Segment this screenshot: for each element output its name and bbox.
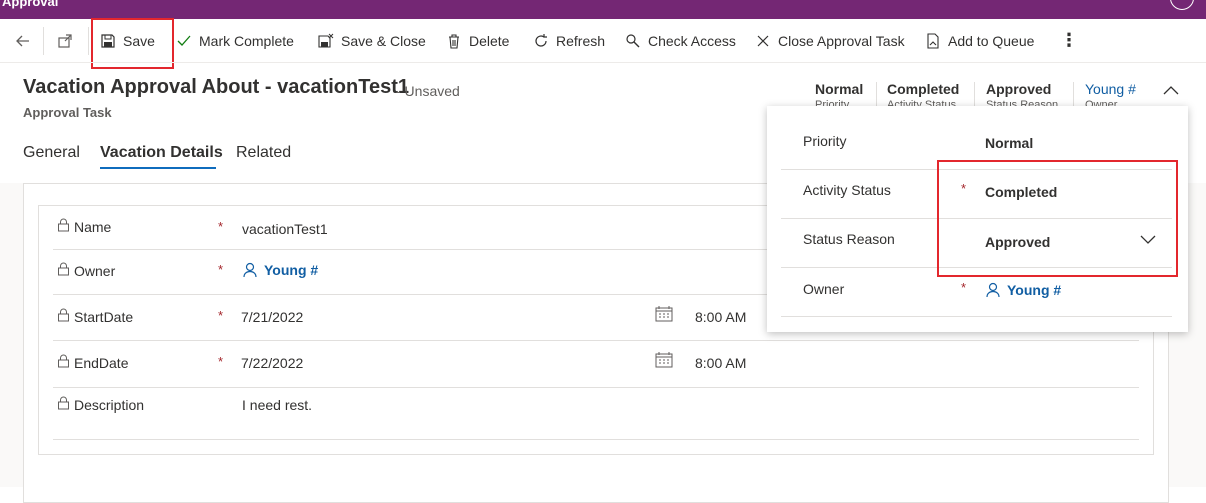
app-header-bar: Approval — [0, 0, 1206, 19]
record-title: Vacation Approval About - vacationTest1 — [23, 76, 409, 98]
header-owner-value: Young # — [1085, 81, 1136, 97]
open-in-new-window-icon — [56, 32, 74, 50]
description-value[interactable]: I need rest. — [242, 397, 312, 413]
lock-icon — [57, 308, 70, 325]
header-status-reason-value: Approved — [986, 81, 1052, 97]
required-indicator: * — [218, 262, 224, 277]
flyout-owner-value: Young # — [1007, 282, 1062, 298]
check-access-icon — [624, 32, 642, 50]
divider — [876, 82, 877, 108]
header-field-priority[interactable]: Normal Priority — [815, 81, 863, 107]
header-priority-value: Normal — [815, 81, 864, 97]
tab-general[interactable]: General — [23, 144, 80, 162]
tab-vacation-details[interactable]: Vacation Details — [100, 144, 223, 162]
refresh-label: Refresh — [556, 32, 606, 49]
user-avatar[interactable] — [1170, 0, 1194, 10]
owner-value: Young # — [264, 262, 319, 278]
field-row-enddate: EndDate * 7/22/2022 8:00 AM — [53, 341, 1139, 388]
close-approval-task-label: Close Approval Task — [778, 32, 905, 49]
flyout-activity-status-label: Activity Status — [803, 182, 891, 198]
check-access-button[interactable]: Check Access — [624, 19, 736, 62]
flyout-status-reason-label: Status Reason — [803, 231, 895, 247]
mark-complete-label: Mark Complete — [199, 32, 294, 49]
enddate-date-value[interactable]: 7/22/2022 — [241, 355, 303, 371]
required-indicator: * — [961, 280, 967, 295]
add-to-queue-button[interactable]: Add to Queue — [924, 19, 1034, 62]
divider — [88, 27, 89, 55]
divider — [0, 62, 1206, 63]
flyout-owner-label: Owner — [803, 281, 845, 297]
trash-icon — [445, 32, 463, 50]
person-icon — [242, 262, 258, 278]
header-activity-status-value: Completed — [887, 81, 960, 97]
enddate-time-value[interactable]: 8:00 AM — [695, 355, 746, 371]
more-commands-button[interactable]: ⋮ — [1060, 19, 1078, 62]
enddate-label-text: EndDate — [74, 354, 129, 371]
delete-label: Delete — [469, 32, 510, 49]
lock-icon — [57, 396, 70, 413]
flyout-priority-value[interactable]: Normal — [985, 135, 1033, 151]
header-field-status-reason[interactable]: Approved Status Reason — [986, 81, 1058, 107]
more-vertical-icon: ⋮ — [1060, 30, 1078, 50]
owner-label-text: Owner — [74, 262, 116, 279]
entity-name: Approval Task — [23, 105, 112, 120]
field-label-startdate: StartDate — [57, 308, 133, 325]
command-bar: Save Mark Complete Save & Close Delete R… — [0, 19, 1206, 62]
lock-icon — [57, 218, 70, 235]
person-icon — [985, 282, 1001, 298]
lock-icon — [57, 354, 70, 371]
divider — [974, 82, 975, 108]
field-row-description: Description I need rest. — [53, 388, 1139, 440]
save-close-icon — [317, 32, 335, 50]
chevron-up-icon — [1163, 86, 1179, 95]
startdate-time-value[interactable]: 8:00 AM — [695, 309, 746, 325]
divider — [43, 27, 44, 55]
active-tab-indicator — [100, 167, 216, 169]
refresh-icon — [532, 32, 550, 50]
app-title: Approval — [2, 0, 59, 9]
collapse-header-button[interactable] — [1162, 83, 1180, 102]
check-access-label: Check Access — [648, 32, 736, 49]
header-field-activity-status[interactable]: Completed Activity Status — [887, 81, 959, 107]
divider — [1073, 82, 1074, 108]
flyout-owner-lookup-link[interactable]: Young # — [985, 282, 1061, 298]
save-close-label: Save & Close — [341, 32, 426, 49]
name-label-text: Name — [74, 218, 112, 235]
checkmark-icon — [175, 32, 193, 50]
add-to-queue-icon — [924, 32, 942, 50]
highlight-box-status — [937, 160, 1178, 277]
delete-button[interactable]: Delete — [445, 19, 509, 62]
back-button[interactable] — [14, 19, 38, 62]
tab-related[interactable]: Related — [236, 144, 291, 162]
description-label-text: Description — [74, 396, 145, 413]
back-arrow-icon — [14, 32, 32, 50]
field-label-owner: Owner — [57, 262, 115, 279]
owner-lookup-link[interactable]: Young # — [242, 262, 318, 278]
flyout-priority-label: Priority — [803, 133, 847, 149]
header-field-owner[interactable]: Young # Owner — [1085, 81, 1136, 107]
refresh-button[interactable]: Refresh — [532, 19, 605, 62]
required-indicator: * — [218, 219, 224, 234]
open-new-window-button[interactable] — [56, 19, 80, 62]
field-label-enddate: EndDate — [57, 354, 128, 371]
name-value[interactable]: vacationTest1 — [242, 221, 328, 237]
calendar-icon[interactable] — [655, 352, 673, 373]
required-indicator: * — [218, 308, 224, 323]
unsaved-status: - Unsaved — [396, 83, 460, 99]
add-to-queue-label: Add to Queue — [948, 32, 1035, 49]
required-indicator: * — [218, 354, 224, 369]
lock-icon — [57, 262, 70, 279]
field-label-description: Description — [57, 396, 144, 413]
mark-complete-button[interactable]: Mark Complete — [175, 19, 294, 62]
close-approval-task-button[interactable]: Close Approval Task — [754, 19, 905, 62]
startdate-label-text: StartDate — [74, 308, 134, 325]
save-close-button[interactable]: Save & Close — [317, 19, 426, 62]
field-label-name: Name — [57, 218, 111, 235]
calendar-icon[interactable] — [655, 306, 673, 327]
close-icon — [754, 32, 772, 50]
startdate-date-value[interactable]: 7/21/2022 — [241, 309, 303, 325]
